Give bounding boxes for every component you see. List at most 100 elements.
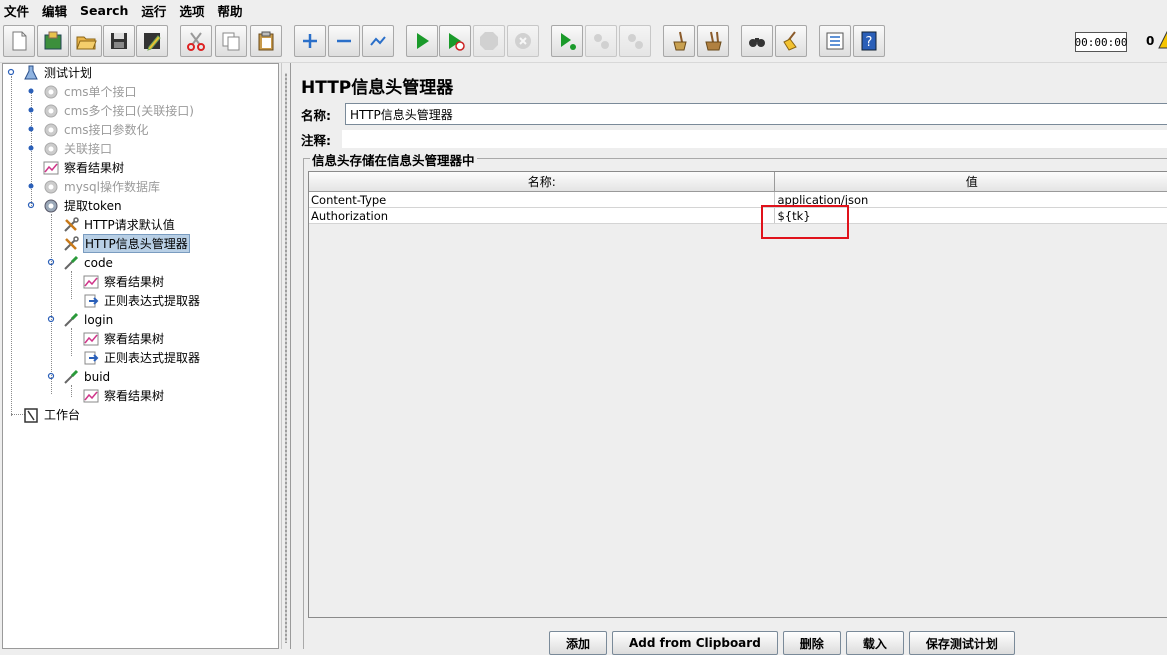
table-row[interactable]: Content-Type application/json [309,192,1167,208]
table-row[interactable]: Authorization ${tk} [309,208,1167,224]
collapsed-handle-icon[interactable] [27,125,35,133]
tree-node-label: cms单个接口 [64,85,137,99]
stop-button[interactable] [473,25,505,57]
tree-node-workbench[interactable]: 工作台 [23,405,81,424]
add-button[interactable]: 添加 [549,631,608,655]
header-name-cell[interactable]: Content-Type [309,192,776,207]
toolbar: ? [0,21,1167,63]
tree-node-config-selected[interactable]: HTTP信息头管理器 [63,234,190,253]
reset-search-button[interactable] [775,25,807,57]
load-button[interactable]: 载入 [845,631,904,655]
sampler-icon [63,255,79,271]
tree-node-results-tree[interactable]: 察看结果树 [43,158,125,177]
function-helper-button[interactable] [819,25,851,57]
menu-file[interactable]: 文件 [4,1,29,20]
config-icon [63,216,79,233]
tree-node-thread-group[interactable]: cms多个接口(关联接口) [43,101,195,120]
config-panel: HTTP信息头管理器 名称: HTTP信息头管理器 注释: 信息头存储在信息头管… [290,63,1167,655]
svg-text:?: ? [866,35,873,50]
tree-node-thread-group[interactable]: 提取token [43,196,123,215]
column-header-value[interactable]: 值 [775,172,1167,191]
help-button[interactable]: ? [853,25,885,57]
cut-button[interactable] [180,25,212,57]
new-button[interactable] [3,25,35,57]
open-button[interactable] [70,25,102,57]
headers-group-title: 信息头存储在信息头管理器中 [310,150,477,169]
expand-handle-icon[interactable] [27,201,35,209]
menu-edit[interactable]: 编辑 [42,1,67,20]
thread-group-icon [43,103,59,119]
collapsed-handle-icon[interactable] [27,106,35,114]
test-plan-icon [23,65,39,81]
expand-handle-icon[interactable] [47,372,55,380]
menu-help[interactable]: 帮助 [217,1,242,20]
search-button[interactable] [741,25,773,57]
tree-node-config[interactable]: HTTP请求默认值 [63,215,176,234]
test-plan-tree: 测试计划 cms单个接口 cms多个接口(关联接口) cms接口参数化 关联接口… [2,63,279,649]
column-header-name[interactable]: 名称: [309,172,776,191]
function-helper-icon [826,32,844,50]
tree-node-thread-group[interactable]: mysql操作数据库 [43,177,161,196]
split-pane-divider[interactable] [281,63,289,649]
expand-handle-icon[interactable] [47,258,55,266]
tree-node-thread-group[interactable]: 关联接口 [43,139,113,158]
clear-all-button[interactable] [697,25,729,57]
templates-button[interactable] [37,25,69,57]
remote-start-button[interactable] [551,25,583,57]
clear-button[interactable] [663,25,695,57]
tree-node-sampler[interactable]: buid [63,367,111,386]
remote-stop-button[interactable] [585,25,617,57]
delete-button[interactable]: 删除 [782,631,841,655]
headers-group: 信息头存储在信息头管理器中 名称: 值 Content-Type applica… [303,150,1167,649]
start-no-timers-button[interactable] [439,25,471,57]
tree-node-label: HTTP请求默认值 [84,218,175,232]
tree-node-results-tree[interactable]: 察看结果树 [83,329,165,348]
remote-shutdown-button[interactable] [619,25,651,57]
menu-search[interactable]: Search [80,3,128,18]
warning-icon[interactable] [1158,30,1167,52]
copy-button[interactable] [215,25,247,57]
clear-all-icon [705,31,722,51]
toggle-button[interactable] [362,25,394,57]
error-count: 0 [1146,34,1155,48]
tree-node-results-tree[interactable]: 察看结果树 [83,272,165,291]
tree-node-sampler[interactable]: code [63,253,114,272]
shutdown-button[interactable] [507,25,539,57]
add-from-clipboard-button[interactable]: Add from Clipboard [612,631,778,655]
tree-node-sampler[interactable]: login [63,310,114,329]
menu-run[interactable]: 运行 [141,1,166,20]
tree-node-thread-group[interactable]: cms单个接口 [43,82,138,101]
start-button[interactable] [406,25,438,57]
save-test-plan-button[interactable]: 保存测试计划 [908,631,1015,655]
collapsed-handle-icon[interactable] [27,182,35,190]
expand-button[interactable] [294,25,326,57]
start-icon [417,33,429,49]
headers-table[interactable]: 名称: 值 Content-Type application/json Auth… [308,171,1167,618]
name-row: 名称: HTTP信息头管理器 [301,103,1167,125]
paste-button[interactable] [250,25,282,57]
copy-icon [222,32,240,51]
expand-handle-icon[interactable] [7,68,15,76]
tree-node-label: 察看结果树 [104,332,165,346]
tree-node-label: 察看结果树 [64,161,125,175]
results-tree-icon [83,388,99,404]
name-field[interactable]: HTTP信息头管理器 [345,103,1167,125]
tree-node-test-plan[interactable]: 测试计划 [23,63,93,82]
tree-node-thread-group[interactable]: cms接口参数化 [43,120,150,139]
tree-node-label: 正则表达式提取器 [104,351,201,365]
tree-node-extractor[interactable]: 正则表达式提取器 [83,291,201,310]
tree-node-results-tree[interactable]: 察看结果树 [83,386,165,405]
expand-handle-icon[interactable] [47,315,55,323]
tree-node-label: cms接口参数化 [64,123,149,137]
collapsed-handle-icon[interactable] [27,144,35,152]
comment-field[interactable] [341,129,1167,149]
collapsed-handle-icon[interactable] [27,87,35,95]
workbench-icon [23,407,39,423]
collapse-button[interactable] [328,25,360,57]
tree-node-extractor[interactable]: 正则表达式提取器 [83,348,201,367]
header-name-cell[interactable]: Authorization [309,208,776,223]
save-button[interactable] [103,25,135,57]
save-as-button[interactable] [136,25,168,57]
save-as-icon [144,33,161,51]
menu-options[interactable]: 选项 [179,1,204,20]
